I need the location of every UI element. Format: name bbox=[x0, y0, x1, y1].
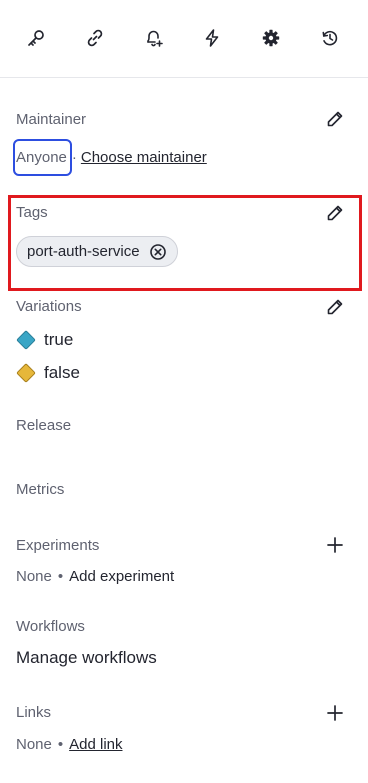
bell-plus-icon[interactable] bbox=[141, 25, 167, 51]
choose-maintainer-link[interactable]: Choose maintainer bbox=[81, 149, 207, 166]
links-bullet: • bbox=[57, 736, 64, 753]
add-link-plus-icon[interactable] bbox=[325, 703, 345, 723]
edit-tags-pencil-icon[interactable] bbox=[325, 203, 345, 223]
add-link-link[interactable]: Add link bbox=[69, 736, 122, 753]
edit-variations-pencil-icon[interactable] bbox=[325, 297, 345, 317]
lightning-icon[interactable] bbox=[199, 25, 225, 51]
variation-true-diamond-icon bbox=[16, 330, 36, 350]
maintainer-row: Anyone · Choose maintainer bbox=[16, 149, 207, 166]
release-title: Release bbox=[16, 417, 72, 434]
metrics-title: Metrics bbox=[16, 481, 65, 498]
variation-true-label: true bbox=[44, 330, 74, 349]
tags-title: Tags bbox=[16, 204, 48, 221]
variation-false: false bbox=[16, 363, 80, 383]
variation-true: true bbox=[16, 330, 73, 350]
key-icon[interactable] bbox=[23, 25, 49, 51]
edit-maintainer-pencil-icon[interactable] bbox=[325, 109, 345, 129]
manage-workflows-link[interactable]: Manage workflows bbox=[16, 648, 157, 668]
top-toolbar bbox=[0, 0, 368, 78]
links-row: None • Add link bbox=[16, 736, 123, 753]
links-none: None bbox=[16, 736, 52, 753]
variation-false-label: false bbox=[44, 363, 80, 382]
variation-false-diamond-icon bbox=[16, 363, 36, 383]
experiments-title: Experiments bbox=[16, 537, 100, 554]
link-icon[interactable] bbox=[82, 25, 108, 51]
variations-title: Variations bbox=[16, 298, 82, 315]
maintainer-value[interactable]: Anyone bbox=[16, 149, 67, 166]
experiments-row: None • Add experiment bbox=[16, 568, 174, 585]
history-icon[interactable] bbox=[317, 25, 343, 51]
add-experiment-link[interactable]: Add experiment bbox=[69, 568, 174, 585]
experiments-bullet: • bbox=[57, 568, 64, 585]
experiments-none: None bbox=[16, 568, 52, 585]
add-experiment-plus-icon[interactable] bbox=[325, 535, 345, 555]
maintainer-separator: · bbox=[71, 149, 77, 166]
tag-chip[interactable]: port-auth-service bbox=[16, 236, 178, 267]
gear-icon[interactable] bbox=[258, 25, 284, 51]
links-title: Links bbox=[16, 704, 52, 721]
maintainer-title: Maintainer bbox=[16, 111, 87, 128]
tag-label: port-auth-service bbox=[27, 243, 140, 260]
workflows-title: Workflows bbox=[16, 618, 85, 635]
remove-tag-icon[interactable] bbox=[149, 243, 167, 261]
